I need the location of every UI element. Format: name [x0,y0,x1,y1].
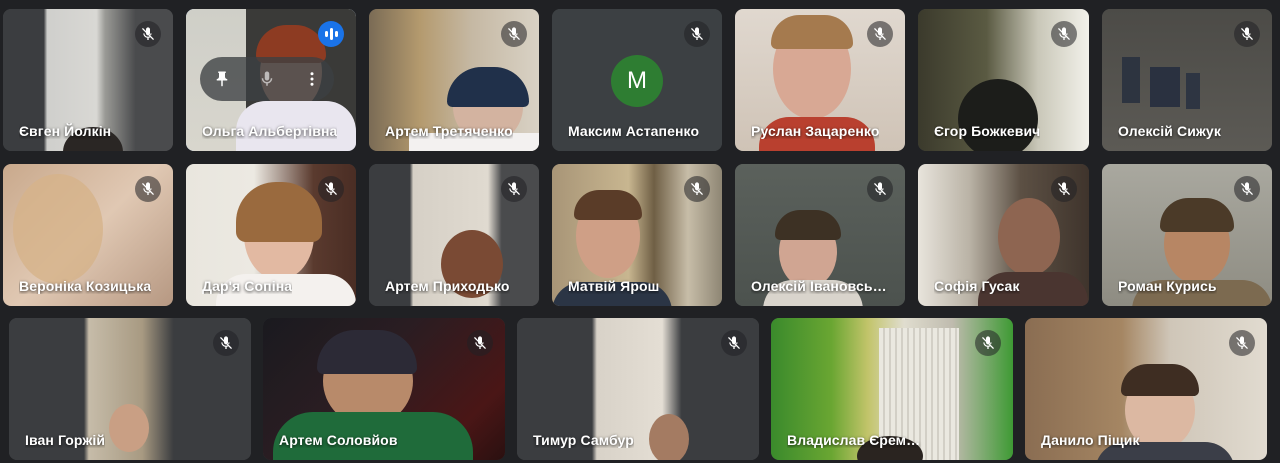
participant-tile[interactable]: Владислав Єремєєв [771,318,1013,460]
participant-tile[interactable]: Тимур Самбур [517,318,759,460]
participant-tile[interactable]: Вероніка Козицька [3,164,173,306]
participant-tile[interactable]: Євген Йолкін [3,9,173,151]
participant-name: Матвій Ярош [568,278,660,294]
participant-tile-active[interactable]: Ольга Альбертівна [186,9,356,151]
participant-tile[interactable]: M Максим Астапенко [552,9,722,151]
participant-name: Владислав Єремєєв [787,432,927,448]
mic-off-icon [867,176,893,202]
participant-name: Руслан Зацаренко [751,123,880,139]
participant-name: Іван Горжій [25,432,106,448]
participant-tile[interactable]: Артем Соловйов [263,318,505,460]
participant-tile[interactable]: Софія Гусак [918,164,1089,306]
participant-tile[interactable]: Роман Курись [1102,164,1272,306]
participant-tile[interactable]: Руслан Зацаренко [735,9,905,151]
mic-off-icon [721,330,747,356]
mic-off-icon [1051,21,1077,47]
participant-tile[interactable]: Олексій Івановський [735,164,905,306]
participant-name: Олексій Івановський [751,278,891,294]
participant-name: Дар'я Сопіна [202,278,293,294]
mic-off-icon [684,176,710,202]
mic-off-icon [975,330,1001,356]
participant-tile[interactable]: Артем Приходько [369,164,539,306]
participant-name: Роман Курись [1118,278,1217,294]
mic-off-icon [501,21,527,47]
participant-tile[interactable]: Олексій Сижук [1102,9,1272,151]
mic-icon[interactable] [252,64,282,94]
participant-name: Софія Гусак [934,278,1020,294]
mic-off-icon [467,330,493,356]
participant-name: Олексій Сижук [1118,123,1221,139]
mic-off-icon [1234,176,1260,202]
mic-off-icon [135,176,161,202]
speaking-indicator-icon [318,21,344,47]
participant-name: Ольга Альбертівна [202,123,338,139]
mic-off-icon [213,330,239,356]
mic-off-icon [501,176,527,202]
video-grid: Євген Йолкін Ольга Альбертівна Артем Тре… [0,0,1280,463]
participant-name: Тимур Самбур [533,432,634,448]
participant-tile[interactable]: Єгор Божкевич [918,9,1089,151]
participant-name: Єгор Божкевич [934,123,1041,139]
more-options-icon[interactable] [297,64,327,94]
participant-name: Артем Третяченко [385,123,513,139]
participant-tile[interactable]: Данило Піщик [1025,318,1267,460]
participant-tile[interactable]: Артем Третяченко [369,9,539,151]
mic-off-icon [1229,330,1255,356]
tile-hover-controls [200,57,334,101]
mic-off-icon [684,21,710,47]
avatar: M [611,55,663,107]
mic-off-icon [1234,21,1260,47]
participant-name: Вероніка Козицька [19,278,152,294]
mic-off-icon [867,21,893,47]
mic-off-icon [318,176,344,202]
participant-name: Артем Соловйов [279,432,398,448]
mic-off-icon [135,21,161,47]
participant-name: Данило Піщик [1041,432,1140,448]
participant-tile[interactable]: Дар'я Сопіна [186,164,356,306]
participant-tile[interactable]: Іван Горжій [9,318,251,460]
participant-name: Євген Йолкін [19,123,112,139]
participant-name: Максим Астапенко [568,123,700,139]
mic-off-icon [1051,176,1077,202]
participant-name: Артем Приходько [385,278,510,294]
pin-icon[interactable] [207,64,237,94]
participant-tile[interactable]: Матвій Ярош [552,164,722,306]
